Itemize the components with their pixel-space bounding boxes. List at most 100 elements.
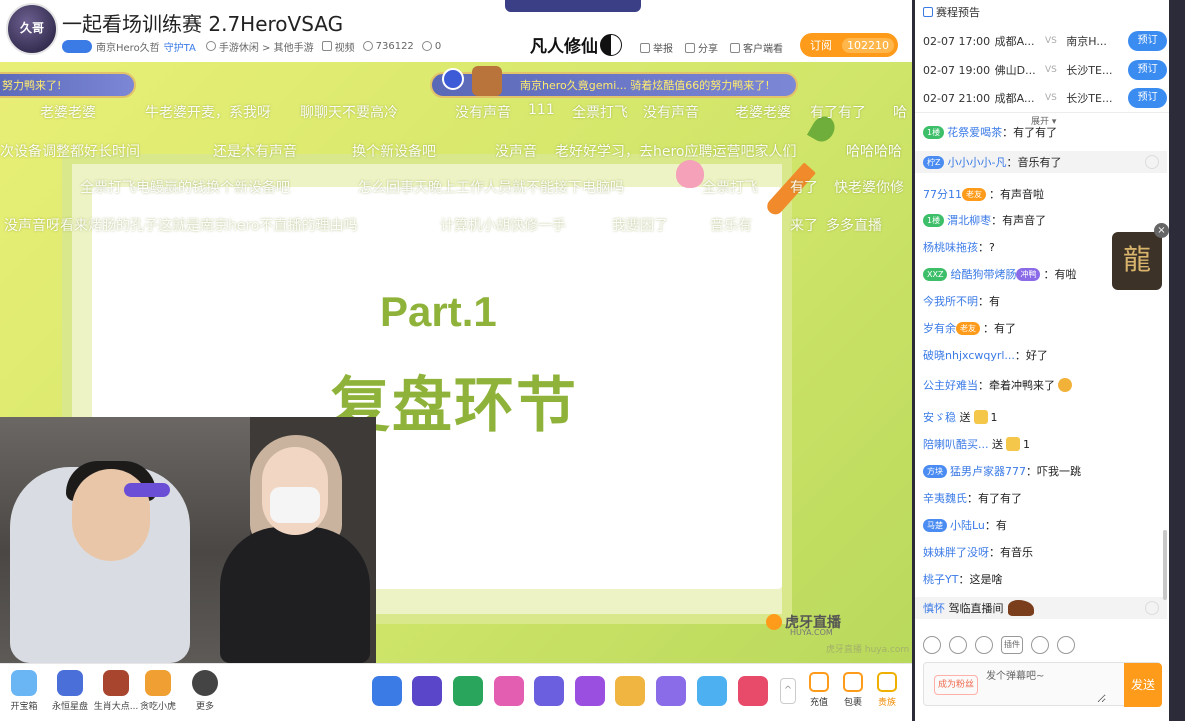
entry-banner-text: 南京hero久竟gemi... 骑着炫酷值66的努力鸭来了! [520, 79, 770, 92]
chat-nick[interactable]: 今我所不明 [923, 293, 978, 309]
chat-text: 驾临直播间 [948, 602, 1004, 615]
danmu-item: 快老婆你修 [834, 180, 904, 196]
chat-nick[interactable]: 公主好难当 [923, 377, 978, 393]
danmu-item: 我要困了 [612, 218, 668, 234]
treasure-box-button[interactable]: 开宝箱 [0, 670, 48, 712]
chat-message: 辛夷魏氏：有了有了 [923, 490, 1022, 506]
entry-banner: 南京hero久竟gemi... 骑着炫酷值66的努力鸭来了! [430, 66, 798, 98]
subscribe-button[interactable]: 订阅 102210 [800, 33, 898, 57]
chat-nick[interactable]: 岁有余 [923, 320, 956, 336]
noble-badge: 冲鸭 [1016, 267, 1041, 281]
chat-nick[interactable]: 渭北柳枣 [947, 212, 991, 228]
chat-nick[interactable]: 陪喇叭酷买... [923, 436, 989, 452]
chat-nick[interactable]: 安ゞ稳 [923, 409, 956, 425]
mount-icon [472, 66, 502, 96]
chat-nick[interactable]: 花祭爱喝茶 [947, 124, 1002, 140]
chat-nick[interactable]: 辛夷魏氏 [923, 490, 967, 506]
fan-badge: 柠Z [923, 155, 945, 169]
share-button[interactable]: 分享 [685, 40, 718, 55]
noble-button[interactable]: 贵族 [872, 672, 902, 708]
client-button[interactable]: 客户端看 [730, 40, 783, 55]
more-button[interactable]: 更多 [181, 670, 229, 712]
chat-message: 安ゞ稳 送 1 [923, 408, 998, 426]
close-icon[interactable]: × [1154, 223, 1169, 238]
slide-part-title: Part.1 [380, 288, 497, 335]
danmu-item: 有了有了 [810, 105, 866, 121]
top-ribbon [505, 0, 641, 12]
zodiac-button[interactable]: 生肖大点... [92, 670, 140, 712]
host-name[interactable]: 南京Hero久哲 [96, 39, 160, 54]
cohost-mask [270, 487, 320, 523]
reserve-button[interactable]: 预订 [1128, 88, 1167, 108]
chat-nick[interactable]: 杨桃味拖孩 [923, 239, 978, 255]
reserve-button[interactable]: 预订 [1128, 31, 1167, 51]
reserve-button[interactable]: 预订 [1128, 60, 1167, 80]
level-icon [1145, 601, 1159, 615]
gift-gem[interactable] [575, 676, 605, 706]
chat-message: 今我所不明：有 [923, 293, 1000, 309]
chat-input-area: 成为粉丝 发送 [923, 662, 1162, 707]
chat-nick[interactable]: 猛男卢家器777 [950, 463, 1026, 479]
become-fan-button[interactable]: 成为粉丝 [934, 675, 978, 695]
settings-icon[interactable] [1031, 636, 1049, 654]
gift-scroll[interactable] [615, 676, 645, 706]
client-label: 客户端看 [743, 44, 783, 55]
host-avatar[interactable]: 久哥 [6, 3, 58, 55]
report-button[interactable]: 举报 [640, 40, 673, 55]
gift-ball[interactable] [697, 676, 727, 706]
chat-text: 送 [992, 438, 1003, 451]
gift-car[interactable] [656, 676, 686, 706]
duck-icon [1058, 378, 1072, 392]
chat-text: 有声音了 [1002, 214, 1047, 227]
tiger-game-button[interactable]: 贪吃小虎 [134, 670, 182, 712]
promo-logo[interactable]: 凡人修仙 [530, 32, 598, 57]
video-player[interactable]: Part.1 复盘环节 老婆老婆 牛老婆开麦，系我呀 聊聊天不要高冷 没有声音 … [0, 62, 912, 663]
category[interactable]: 手游休闲 > 其他手游 [219, 39, 314, 54]
emoji-icon[interactable] [923, 636, 941, 654]
gift-sword[interactable] [453, 676, 483, 706]
chat-text: 送 [959, 411, 971, 424]
gift-mount[interactable] [372, 676, 402, 706]
gift-box[interactable] [494, 676, 524, 706]
gift-bird[interactable] [738, 676, 768, 706]
chat-nick[interactable]: 慎怀 [923, 600, 945, 616]
chat-nick[interactable]: 小小小小-凡 [947, 154, 1006, 170]
danmu-item: 音乐有 [710, 218, 752, 234]
webcam-overlay [0, 417, 376, 663]
star-disk-button[interactable]: 永恒星盘 [46, 670, 94, 712]
chat-nick[interactable]: 给酷狗带烤肠 [950, 266, 1016, 282]
gift-scroll-up[interactable]: ^ [780, 678, 796, 704]
schedule-header: 赛程预告 [923, 4, 980, 20]
chat-text: 有 [995, 519, 1007, 532]
onion-icon [676, 160, 704, 188]
room-title: 一起看场训练赛 2.7HeroVSAG [62, 12, 344, 36]
dragon-ad[interactable]: 龍 [1112, 232, 1162, 290]
chat-nick[interactable]: 妹妹胖了没呀 [923, 544, 989, 560]
chat-scrollbar[interactable] [1163, 530, 1167, 600]
gift-star[interactable] [412, 676, 442, 706]
gift-heart-icon[interactable] [949, 636, 967, 654]
chat-nick[interactable]: 破晓nhjxcwqyrl... [923, 347, 1015, 363]
video-link[interactable]: 视频 [335, 39, 355, 54]
chat-text: 牵着冲鸭来了 [989, 379, 1055, 392]
fan-icon[interactable] [975, 636, 993, 654]
guard-link[interactable]: 守护TA [164, 39, 196, 54]
chat-nick[interactable]: 桃子YT [923, 571, 958, 587]
report-label: 举报 [653, 44, 673, 55]
recharge-button[interactable]: 充值 [804, 672, 834, 708]
avatar-text: 久哥 [19, 21, 44, 35]
danmu-item: 有了 [790, 180, 818, 196]
room-meta: 南京Hero久哲 守护TA 手游休闲 > 其他手游 视频 736122 0 [62, 38, 441, 54]
danmu-input[interactable] [986, 667, 1106, 703]
chat-nick[interactable]: 77分11 [923, 186, 962, 202]
danmu-item: 全票打飞 [702, 180, 758, 196]
package-button[interactable]: 包裹 [838, 672, 868, 708]
plugin-button[interactable]: 插件 [1001, 636, 1023, 654]
danmu-item: 换个新设备吧 [352, 144, 436, 160]
clean-icon[interactable] [1057, 636, 1075, 654]
send-button[interactable]: 发送 [1124, 663, 1162, 707]
schedule-row: 02-07 21:00 成都A... VS 长沙TE... 预订 [923, 85, 1167, 111]
gift-card[interactable] [534, 676, 564, 706]
chat-nick[interactable]: 小陆Lu [950, 517, 985, 533]
bottom-toolbar: 开宝箱 永恒星盘 生肖大点... 贪吃小虎 更多 ^ 充值 包裹 贵族 [0, 663, 912, 721]
